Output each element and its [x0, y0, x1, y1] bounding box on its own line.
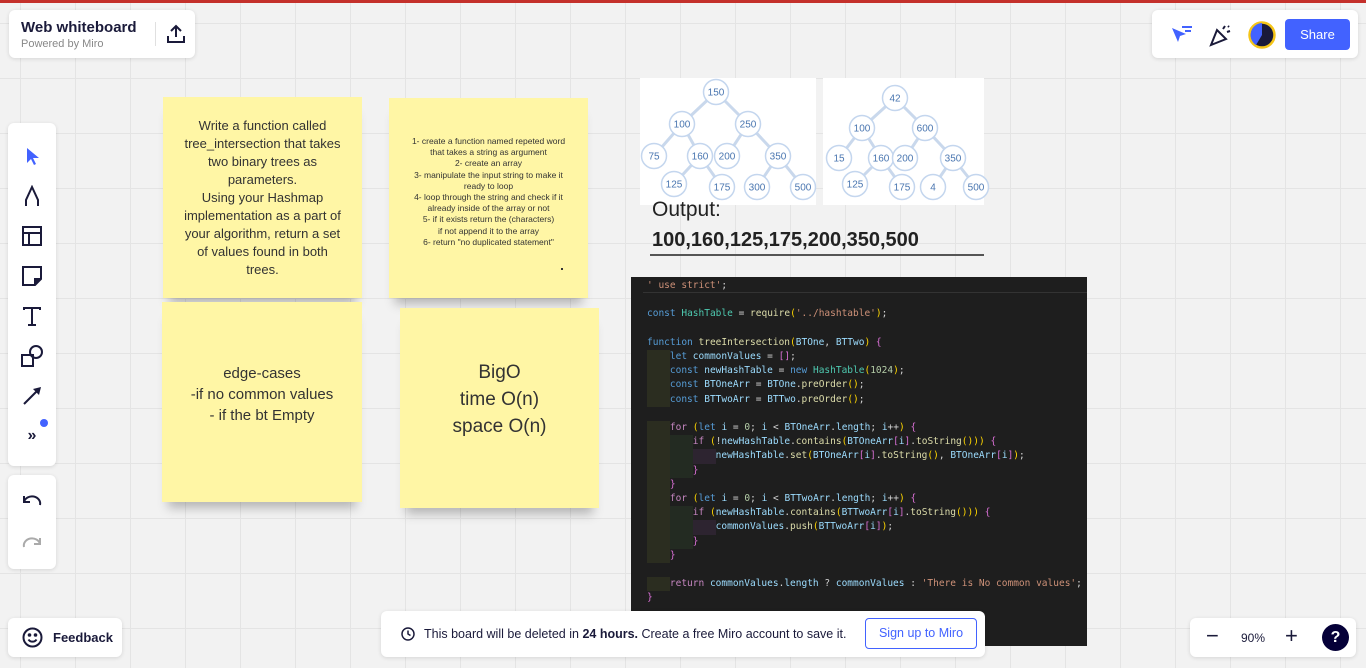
tool-arrow[interactable] [8, 376, 56, 416]
code-screenshot[interactable]: ' use strict'; const HashTable = require(… [631, 277, 1087, 646]
feedback-button[interactable]: Feedback [8, 618, 122, 657]
tree-node-label: 175 [894, 183, 911, 194]
sticky-note-bigo[interactable]: BigO time O(n) space O(n) [400, 308, 599, 508]
tree-node-label: 15 [833, 154, 845, 165]
code-line: ' use strict'; [647, 280, 728, 291]
code-line: } [647, 592, 653, 604]
code-line: newHashTable.set(BTOneArr[i].toString(),… [715, 450, 1025, 462]
tree-node-label: 160 [692, 152, 709, 163]
tree-node-label: 350 [945, 154, 962, 165]
tree-node-label: 100 [674, 120, 691, 131]
code-line: } [669, 478, 676, 490]
code-line: if (newHashTable.contains(BTTwoArr[i].to… [692, 507, 991, 519]
deletion-banner: This board will be deleted in 24 hours. … [381, 611, 985, 657]
signup-button[interactable]: Sign up to Miro [865, 618, 977, 649]
sticky-text: edge-cases -if no common values - if the… [190, 364, 334, 424]
tree-node-label: 42 [889, 94, 901, 105]
code-line: } [669, 549, 676, 561]
tree-node-label: 600 [917, 124, 934, 135]
undo-button[interactable] [8, 481, 56, 521]
tree-node-label: 200 [897, 154, 914, 165]
tree-node-label: 250 [740, 120, 757, 131]
tree-node-label: 125 [666, 180, 683, 191]
zoom-out-button[interactable]: − [1206, 625, 1219, 647]
tree-node-label: 500 [968, 183, 985, 194]
code-line: const BTTwoArr = BTTwo.preOrder(); [669, 393, 865, 405]
notification-dot [40, 419, 48, 427]
clock-icon [401, 627, 415, 641]
code-line: function treeIntersection(BTOne, BTTwo) … [647, 336, 882, 348]
code-line: const newHashTable = new HashTable(1024)… [669, 365, 905, 377]
banner-text: This board will be deleted in [424, 627, 583, 641]
code-line: for (let i = 0; i < BTOneArr.length; i++… [669, 422, 917, 433]
code-line: } [692, 535, 699, 547]
sticky-note-icon [22, 266, 42, 286]
zoom-controls: − 90% + ? [1190, 618, 1356, 657]
more-tools-icon: » [27, 427, 37, 444]
text-icon [23, 307, 41, 326]
tree-node-label: 175 [714, 183, 731, 194]
help-button[interactable]: ? [1322, 624, 1349, 651]
tool-text[interactable] [8, 296, 56, 336]
tool-shapes[interactable] [8, 336, 56, 376]
code-line: const HashTable = require('../hashtable'… [647, 308, 888, 320]
undo-icon [23, 495, 42, 506]
sticky-text: BigO time O(n) space O(n) [452, 361, 547, 437]
banner-hours: 24 hours. [582, 627, 639, 641]
code-line: let commonValues = []; [669, 351, 796, 362]
zoom-level[interactable]: 90% [1241, 631, 1265, 645]
tool-more[interactable]: » [8, 416, 56, 456]
tree-node-label: 160 [873, 154, 890, 165]
tree-node-label: 350 [770, 152, 787, 163]
redo-button[interactable] [8, 523, 56, 563]
arrow-icon [23, 387, 41, 405]
redo-icon [22, 537, 41, 548]
tree-node-label: 4 [930, 183, 936, 194]
dot [561, 268, 563, 270]
code-line: } [692, 464, 699, 476]
code-line: return commonValues.length ? commonValue… [669, 578, 1082, 590]
zoom-in-button[interactable]: + [1285, 625, 1298, 647]
tree-node-label: 125 [847, 180, 864, 191]
output-values: 100,160,125,175,200,350,500 [652, 229, 919, 251]
code-line: const BTOneArr = BTOne.preOrder(); [669, 379, 865, 391]
sticky-note-edge-cases[interactable]: edge-cases -if no common values - if the… [162, 302, 362, 502]
tree-node-label: 100 [854, 124, 871, 135]
tree-node-label: 75 [648, 152, 660, 163]
feedback-label: Feedback [53, 630, 113, 645]
shapes-icon [21, 345, 43, 367]
code-line: for (let i = 0; i < BTTwoArr.length; i++… [669, 493, 917, 504]
tree-node-label: 300 [749, 183, 766, 194]
banner-text-post: Create a free Miro account to save it. [638, 627, 847, 641]
history-toolbar [8, 475, 56, 569]
code-line: if (!newHashTable.contains(BTOneArr[i].t… [692, 436, 997, 448]
tree-node-label: 150 [708, 88, 725, 99]
tool-sticky-note[interactable] [8, 256, 56, 296]
smiley-icon [22, 627, 43, 648]
code-line: commonValues.push(BTTwoArr[i]); [715, 521, 894, 533]
output-underline [650, 254, 984, 256]
output-label: Output: [652, 198, 721, 221]
tree-node-label: 500 [795, 183, 812, 194]
tree-node-label: 200 [719, 152, 736, 163]
